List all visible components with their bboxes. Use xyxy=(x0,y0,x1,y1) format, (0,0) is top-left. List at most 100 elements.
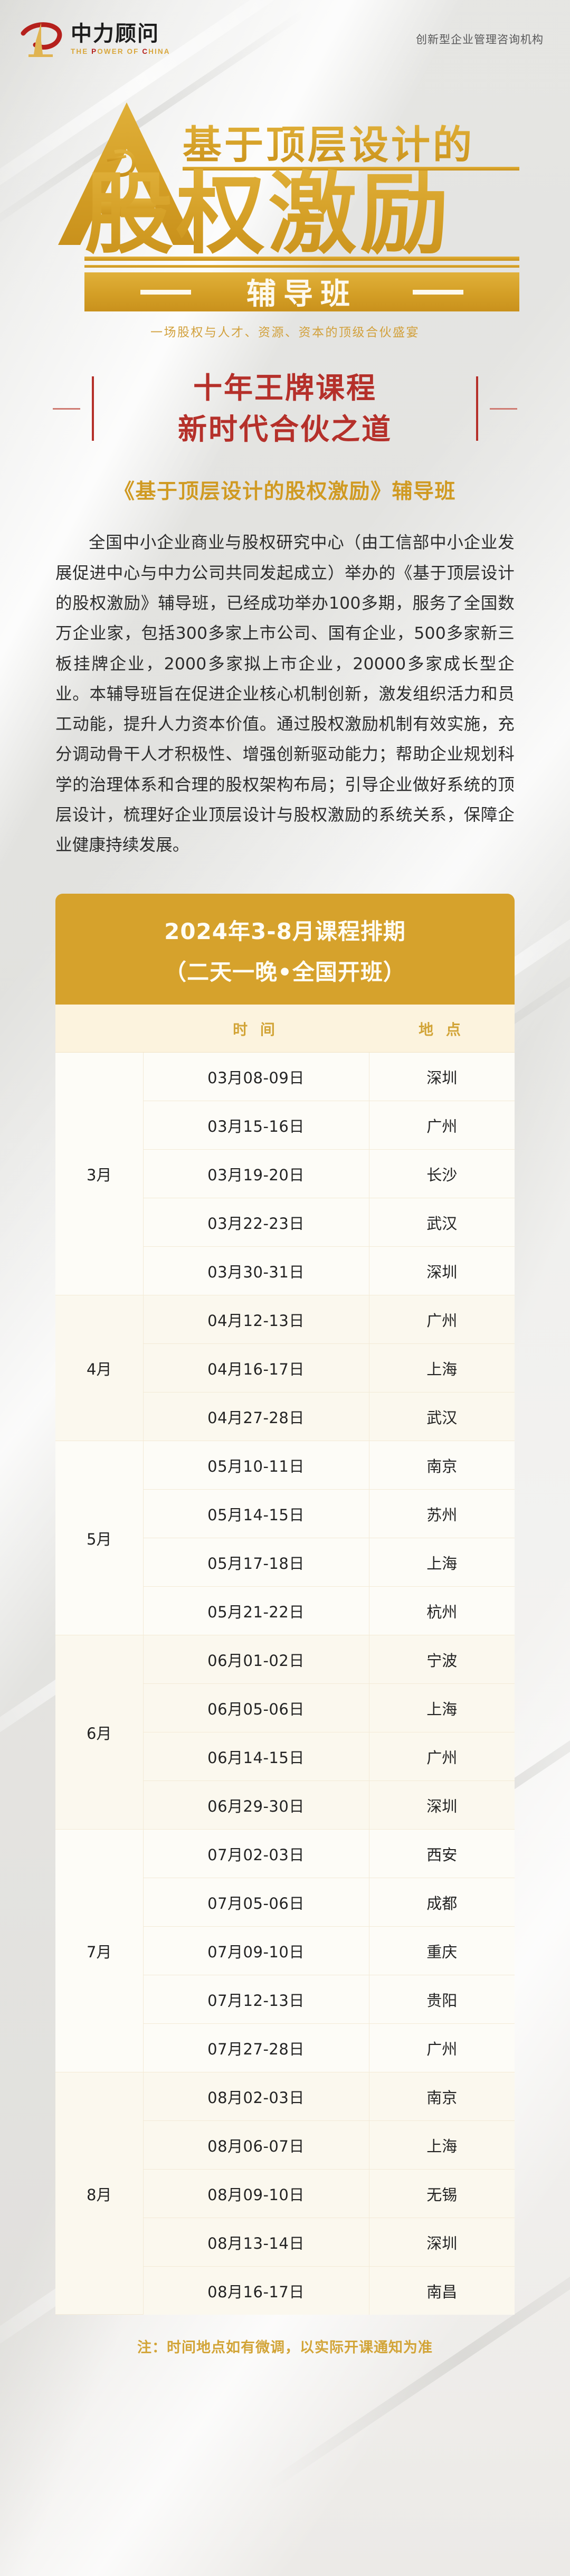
headline-line-1: 十年王牌课程 xyxy=(193,371,377,405)
hero-subtitle: 一场股权与人才、资源、资本的顶级合伙盛宴 xyxy=(150,325,420,339)
course-date-cell: 04月12-13日 xyxy=(143,1295,369,1344)
course-city-cell: 上海 xyxy=(369,1343,515,1393)
course-date-cell: 07月02-03日 xyxy=(143,1829,369,1878)
month-cell: 7月 xyxy=(55,1829,144,2072)
course-city-cell: 上海 xyxy=(369,1538,515,1587)
course-date-cell: 06月14-15日 xyxy=(143,1732,369,1781)
course-city-cell: 上海 xyxy=(369,1683,515,1732)
hero-title-svg: 基于顶层设计的 股权激励 辅导班 xyxy=(58,102,519,311)
course-date-cell: 07月09-10日 xyxy=(143,1926,369,1975)
course-date-cell: 08月16-17日 xyxy=(143,2266,369,2315)
course-date-cell: 03月22-23日 xyxy=(143,1198,369,1247)
decoration-bar xyxy=(476,376,478,441)
course-date-cell: 05月21-22日 xyxy=(143,1586,369,1635)
course-city-cell: 南京 xyxy=(369,1441,515,1490)
course-date-cell: 04月27-28日 xyxy=(143,1392,369,1441)
course-city-cell: 重庆 xyxy=(369,1926,515,1975)
course-date-cell: 06月05-06日 xyxy=(143,1683,369,1732)
course-date-cell: 05月14-15日 xyxy=(143,1489,369,1538)
course-date-cell: 03月30-31日 xyxy=(143,1246,369,1295)
course-date-cell: 05月10-11日 xyxy=(143,1441,369,1490)
table-row: 6月 06月01-02日 宁波 xyxy=(55,1635,515,1830)
course-city-cell: 贵阳 xyxy=(369,1975,515,2024)
course-city-cell: 深圳 xyxy=(369,1781,515,1830)
course-city-cell: 深圳 xyxy=(369,2218,515,2267)
header-tagline: 创新型企业管理咨询机构 xyxy=(416,34,544,46)
course-city-cell: 广州 xyxy=(369,1295,515,1344)
course-city-cell: 广州 xyxy=(369,1732,515,1781)
course-city-cell: 武汉 xyxy=(369,1198,515,1247)
month-cell: 6月 xyxy=(55,1635,144,1830)
course-date-cell: 05月17-18日 xyxy=(143,1538,369,1587)
schedule-title-line-2: （二天一晚•全国开班） xyxy=(164,959,406,985)
course-date-cell: 06月29-30日 xyxy=(143,1781,369,1830)
course-city-cell: 深圳 xyxy=(369,1052,515,1101)
svg-text:基于顶层设计的: 基于顶层设计的 xyxy=(183,122,474,168)
course-city-cell: 广州 xyxy=(369,1101,515,1150)
column-header-month xyxy=(55,1004,143,1053)
svg-text:股权激励: 股权激励 xyxy=(84,163,452,266)
course-date-cell: 07月05-06日 xyxy=(143,1878,369,1927)
course-city-cell: 无锡 xyxy=(369,2169,515,2218)
headline-decoration-left xyxy=(53,376,94,441)
course-date-cell: 07月27-28日 xyxy=(143,2023,369,2072)
course-city-cell: 深圳 xyxy=(369,1246,515,1295)
intro-paragraph: 全国中小企业商业与股权研究中心（由工信部中小企业发展促进中心与中力公司共同发起成… xyxy=(55,533,515,855)
table-row: 4月 04月12-13日 广州 xyxy=(55,1295,515,1441)
course-city-cell: 西安 xyxy=(369,1829,515,1878)
schedule-note: 注：时间地点如有微调，以实际开课通知为准 xyxy=(137,2340,433,2356)
decoration-dash xyxy=(53,408,80,410)
schedule-table: 时 间 地 点 3月 03月08-09日 深圳 03月15-16日 广州 03月19-20… xyxy=(55,1004,515,2315)
headline-line-2: 新时代合伙之道 xyxy=(177,412,392,447)
course-city-cell: 长沙 xyxy=(369,1149,515,1198)
course-date-cell: 08月09-10日 xyxy=(143,2169,369,2218)
course-date-cell: 03月15-16日 xyxy=(143,1101,369,1150)
course-date-cell: 07月12-13日 xyxy=(143,1975,369,2024)
course-city-cell: 广州 xyxy=(369,2023,515,2072)
course-date-cell: 04月16-17日 xyxy=(143,1343,369,1393)
brand-logo-text: 中力顾问 THE POWER OF CHINA xyxy=(71,23,170,55)
month-cell: 4月 xyxy=(55,1295,144,1441)
column-header-time: 时 间 xyxy=(143,1004,369,1053)
table-row: 8月 08月02-03日 南京 xyxy=(55,2072,515,2315)
month-cell: 3月 xyxy=(55,1052,144,1295)
schedule-section: 2024年3-8月课程排期 （二天一晚•全国开班） 时 间 地 点 3月 03月0… xyxy=(55,893,515,2315)
month-cell: 8月 xyxy=(55,2072,144,2315)
course-city-cell: 宁波 xyxy=(369,1635,515,1684)
column-header-place: 地 点 xyxy=(369,1004,515,1053)
decoration-bar xyxy=(92,376,94,441)
course-city-cell: 武汉 xyxy=(369,1392,515,1441)
decoration-dash xyxy=(490,408,517,410)
table-header-row: 时 间 地 点 xyxy=(55,1004,515,1053)
poster-page: 中力顾问 THE POWER OF CHINA 创新型企业管理咨询机构 基于顶层… xyxy=(0,0,570,2576)
zhongli-logo-icon xyxy=(18,20,63,59)
hero-section: 基于顶层设计的 股权激励 辅导班 一场股权与人才、资源、资本的顶级合伙盛宴 xyxy=(0,62,570,340)
course-city-cell: 杭州 xyxy=(369,1586,515,1635)
course-title: 《基于顶层设计的股权激励》辅导班 xyxy=(113,480,456,504)
course-date-cell: 08月13-14日 xyxy=(143,2218,369,2267)
schedule-table-body: 3月 03月08-09日 深圳 03月15-16日 广州 03月19-20日 长沙 03月22… xyxy=(55,1052,515,2315)
brand-name-en: THE POWER OF CHINA xyxy=(71,48,170,55)
course-date-cell: 03月08-09日 xyxy=(143,1052,369,1101)
brand-name-cn: 中力顾问 xyxy=(71,22,159,46)
schedule-title-line-1: 2024年3-8月课程排期 xyxy=(164,918,406,944)
month-cell: 5月 xyxy=(55,1441,144,1635)
schedule-table-head: 时 间 地 点 xyxy=(55,1004,515,1053)
course-city-cell: 南京 xyxy=(369,2072,515,2121)
course-city-cell: 上海 xyxy=(369,2120,515,2170)
headline-decoration-right xyxy=(476,376,517,441)
table-row: 5月 05月10-11日 南京 xyxy=(55,1441,515,1635)
course-date-cell: 06月01-02日 xyxy=(143,1635,369,1684)
schedule-header: 2024年3-8月课程排期 （二天一晚•全国开班） xyxy=(55,893,515,1005)
table-row: 7月 07月02-03日 西安 xyxy=(55,1829,515,2072)
headline-block: 十年王牌课程 新时代合伙之道 xyxy=(37,367,533,450)
hero-title-artwork: 基于顶层设计的 股权激励 辅导班 xyxy=(37,87,533,314)
page-header: 中力顾问 THE POWER OF CHINA 创新型企业管理咨询机构 xyxy=(0,0,570,62)
table-row: 3月 03月08-09日 深圳 xyxy=(55,1052,515,1295)
course-date-cell: 08月06-07日 xyxy=(143,2120,369,2170)
course-city-cell: 成都 xyxy=(369,1878,515,1927)
brand-logo[interactable]: 中力顾问 THE POWER OF CHINA xyxy=(18,20,170,59)
course-city-cell: 苏州 xyxy=(369,1489,515,1538)
course-date-cell: 03月19-20日 xyxy=(143,1149,369,1198)
course-date-cell: 08月02-03日 xyxy=(143,2072,369,2121)
